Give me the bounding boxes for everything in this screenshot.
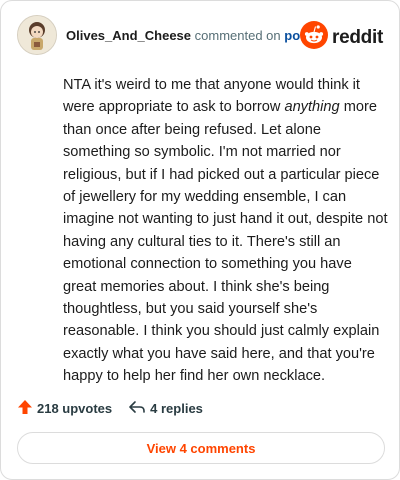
reply-count: 4 replies — [150, 400, 203, 416]
comment-body-part: more than once after being refused. Let … — [63, 99, 388, 385]
reddit-logo[interactable]: reddit — [300, 21, 383, 54]
reply-arrow-icon — [128, 399, 150, 418]
commented-label: commented on — [194, 27, 281, 43]
comment-byline: Olives_And_Cheese commented on post — [66, 28, 312, 43]
upvote-count: 218 upvotes — [37, 400, 113, 416]
comment-footer: 218 upvotes 4 replies — [17, 397, 203, 419]
comment-body-emphasis: anything — [284, 99, 340, 116]
upvote-arrow-icon — [17, 399, 37, 418]
comment-header: Olives_And_Cheese commented on post redd… — [17, 15, 383, 55]
reddit-wordmark: reddit — [332, 26, 383, 48]
user-avatar[interactable] — [17, 15, 57, 55]
replies-button[interactable]: 4 replies — [128, 399, 203, 418]
username[interactable]: Olives_And_Cheese — [66, 28, 191, 43]
comment-body: NTA it's weird to me that anyone would t… — [63, 74, 389, 388]
view-comments-button[interactable]: View 4 comments — [17, 432, 385, 464]
comment-card: Olives_And_Cheese commented on post redd… — [0, 0, 400, 480]
reddit-snoo-icon — [300, 21, 329, 54]
upvote-button[interactable]: 218 upvotes — [17, 399, 112, 418]
